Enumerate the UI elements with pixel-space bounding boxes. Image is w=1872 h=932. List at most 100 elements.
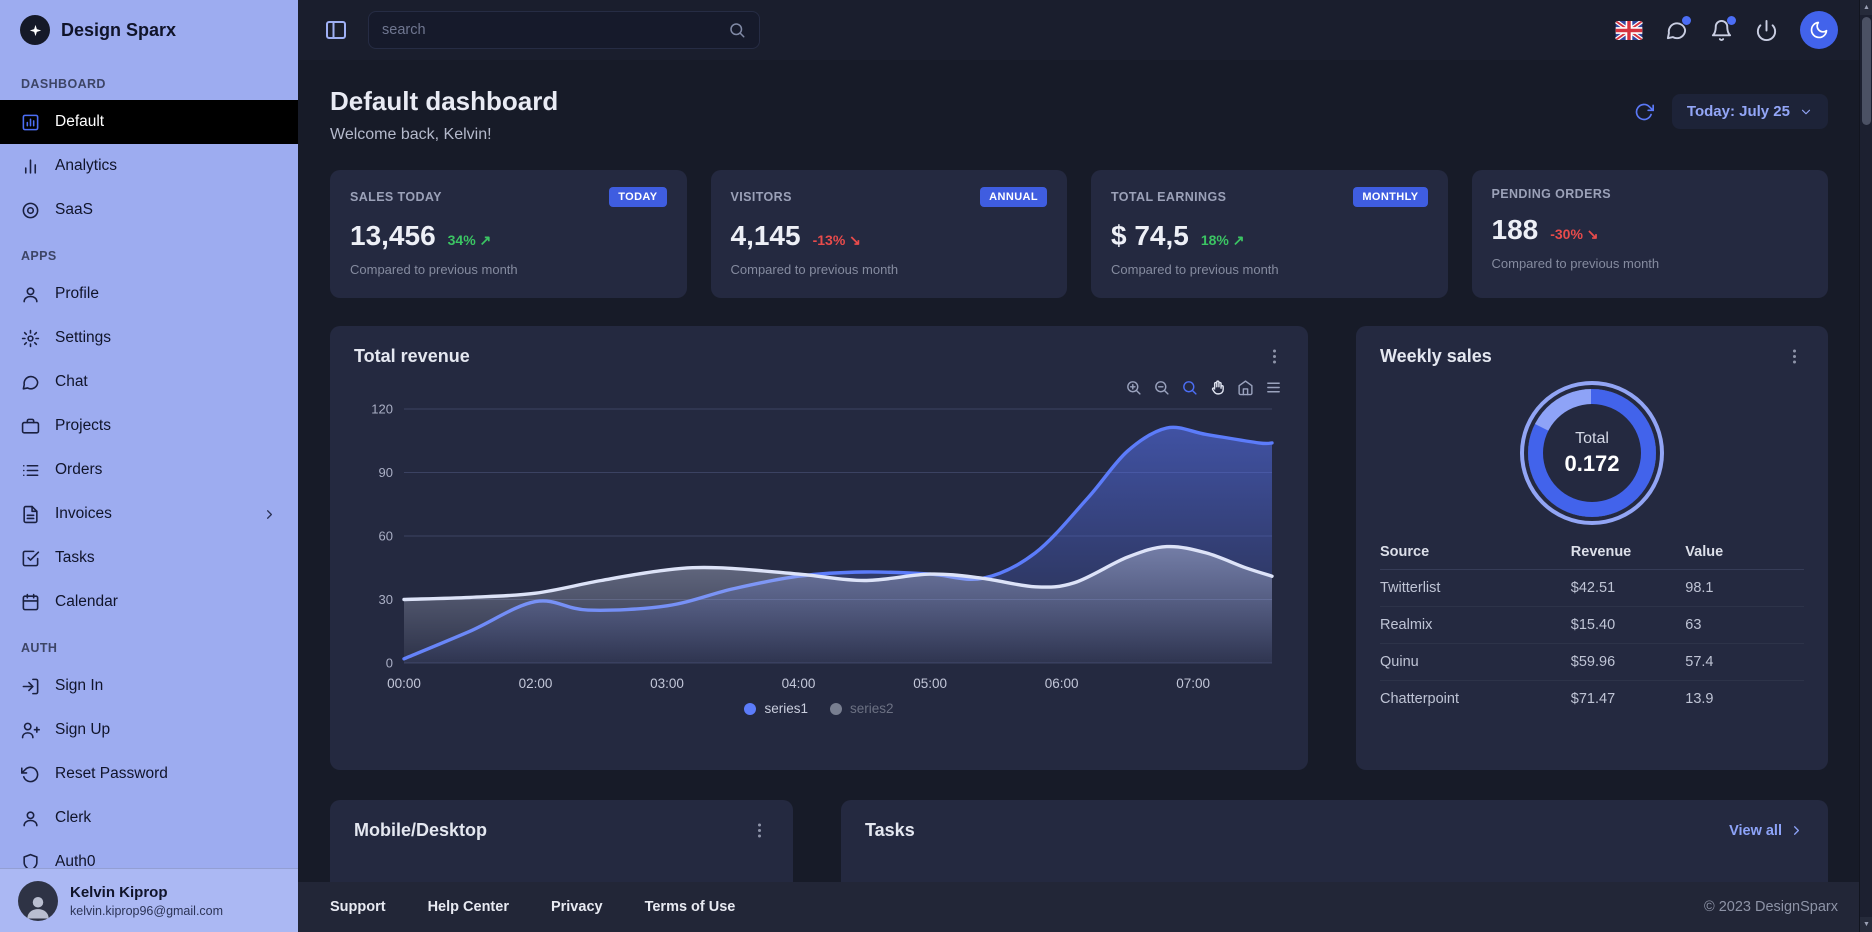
scroll-down-arrow[interactable]: ▼	[1860, 917, 1872, 932]
footer-link-help-center[interactable]: Help Center	[428, 899, 509, 915]
zoom-selection-icon[interactable]	[1181, 379, 1198, 396]
search-input[interactable]	[382, 22, 718, 38]
legend-item-series2[interactable]: series2	[830, 701, 894, 716]
sidebar-item-chat[interactable]: Chat	[0, 360, 298, 404]
view-all-label: View all	[1729, 823, 1782, 839]
theme-toggle-button[interactable]	[1800, 11, 1838, 49]
card-head: Mobile/Desktop	[330, 800, 793, 847]
clerk-icon	[21, 809, 40, 828]
table-cell: 13.9	[1685, 681, 1804, 718]
sidebar-toggle-icon[interactable]	[324, 18, 348, 42]
sidebar-item-label: Invoices	[55, 505, 112, 523]
profile-icon	[21, 285, 40, 304]
stat-value: $ 74,5	[1111, 220, 1189, 252]
app-root: Design Sparx DASHBOARDDefaultAnalytics Sa…	[0, 0, 1872, 932]
analytics-icon	[21, 157, 40, 176]
topbar-actions	[1615, 11, 1838, 49]
sidebar-item-label: Settings	[55, 329, 111, 347]
stat-period-badge[interactable]: TODAY	[609, 187, 666, 207]
scrollbar-thumb[interactable]	[1862, 17, 1871, 125]
stat-caption: Compared to previous month	[350, 262, 667, 277]
kebab-menu-icon[interactable]	[1785, 347, 1804, 366]
card-title: Mobile/Desktop	[354, 820, 487, 841]
weekly-donut-chart: Total 0.172	[1528, 389, 1656, 517]
date-filter-button[interactable]: Today: July 25	[1672, 94, 1828, 129]
svg-text:06:00: 06:00	[1045, 676, 1079, 691]
stat-card-visitors: VISITORSANNUAL4,145-13% ↘Compared to pre…	[711, 170, 1068, 298]
sidebar-item-calendar[interactable]: Calendar	[0, 580, 298, 624]
footer-link-terms-of-use[interactable]: Terms of Use	[645, 899, 736, 915]
card-head: Tasks View all	[841, 800, 1828, 847]
sidebar-item-sign-in[interactable]: Sign In	[0, 664, 298, 708]
column-header: Value	[1685, 535, 1804, 570]
pan-icon[interactable]	[1209, 379, 1226, 396]
page-content: Default dashboard Welcome back, Kelvin! …	[298, 60, 1872, 882]
legend-dot	[830, 703, 842, 715]
svg-text:03:00: 03:00	[650, 676, 684, 691]
logo[interactable]: Design Sparx	[0, 0, 298, 60]
power-icon[interactable]	[1755, 19, 1778, 42]
footer-links: Support Help Center Privacy Terms of Use	[330, 899, 735, 915]
sidebar-item-clerk[interactable]: Clerk	[0, 796, 298, 840]
notifications-icon[interactable]	[1710, 19, 1733, 42]
refresh-icon[interactable]	[1634, 102, 1654, 122]
stat-caption: Compared to previous month	[1492, 256, 1809, 271]
column-header: Revenue	[1571, 535, 1685, 570]
kebab-menu-icon[interactable]	[1265, 347, 1284, 366]
language-flag-icon[interactable]	[1615, 21, 1643, 40]
kebab-menu-icon[interactable]	[750, 821, 769, 840]
settings-icon	[21, 329, 40, 348]
legend-item-series1[interactable]: series1	[744, 701, 808, 716]
sidebar-item-projects[interactable]: Projects	[0, 404, 298, 448]
sign-up-icon	[21, 721, 40, 740]
charts-row: Total revenue 030609012000:0002:0003:000…	[330, 326, 1828, 770]
page-title: Default dashboard	[330, 86, 558, 117]
table-cell: Realmix	[1380, 607, 1571, 644]
sidebar-item-tasks[interactable]: Tasks	[0, 536, 298, 580]
card-title: Tasks	[865, 820, 915, 841]
sidebar-item-orders[interactable]: Orders	[0, 448, 298, 492]
stat-delta: -13% ↘	[813, 232, 861, 249]
sidebar-item-saas[interactable]: SaaS	[0, 188, 298, 232]
stat-delta: 18% ↗	[1201, 232, 1245, 249]
sidebar-item-auth0[interactable]: Auth0	[0, 840, 298, 868]
stat-value: 13,456	[350, 220, 436, 252]
stat-label: PENDING ORDERS	[1492, 187, 1612, 201]
sidebar-item-invoices[interactable]: Invoices	[0, 492, 298, 536]
reset-zoom-home-icon[interactable]	[1237, 379, 1254, 396]
stat-label: VISITORS	[731, 190, 792, 204]
zoom-in-icon[interactable]	[1125, 379, 1142, 396]
scrollbar[interactable]: ▲ ▼	[1859, 0, 1872, 932]
footer-link-privacy[interactable]: Privacy	[551, 899, 603, 915]
invoices-icon	[21, 505, 40, 524]
messages-icon[interactable]	[1665, 19, 1688, 42]
zoom-out-icon[interactable]	[1153, 379, 1170, 396]
moon-icon	[1809, 20, 1829, 40]
svg-text:02:00: 02:00	[519, 676, 553, 691]
chart-menu-icon[interactable]	[1265, 379, 1282, 396]
sidebar-item-reset-password[interactable]: Reset Password	[0, 752, 298, 796]
scroll-up-arrow[interactable]: ▲	[1860, 0, 1872, 15]
view-all-link[interactable]: View all	[1729, 823, 1804, 839]
search-icon[interactable]	[728, 21, 746, 39]
stat-period-badge[interactable]: ANNUAL	[980, 187, 1047, 207]
sidebar-user[interactable]: Kelvin Kiprop kelvin.kiprop96@gmail.com	[0, 868, 298, 932]
auth0-icon	[21, 853, 40, 869]
sidebar-item-sign-up[interactable]: Sign Up	[0, 708, 298, 752]
footer-link-support[interactable]: Support	[330, 899, 386, 915]
stat-period-badge[interactable]: MONTHLY	[1353, 187, 1427, 207]
svg-text:0: 0	[386, 656, 393, 671]
donut-total-label: Total	[1575, 430, 1609, 448]
sidebar-item-profile[interactable]: Profile	[0, 272, 298, 316]
sidebar-item-settings[interactable]: Settings	[0, 316, 298, 360]
sidebar-item-default[interactable]: Default	[0, 100, 298, 144]
sidebar-item-label: Clerk	[55, 809, 91, 827]
sidebar-item-analytics[interactable]: Analytics	[0, 144, 298, 188]
orders-icon	[21, 461, 40, 480]
sidebar-section-dashboard: DASHBOARD	[0, 60, 298, 100]
table-cell: 63	[1685, 607, 1804, 644]
table-cell: Twitterlist	[1380, 570, 1571, 607]
main-area: Default dashboard Welcome back, Kelvin! …	[298, 0, 1872, 932]
card-head: Weekly sales	[1356, 326, 1828, 373]
sidebar-item-label: SaaS	[55, 201, 93, 219]
